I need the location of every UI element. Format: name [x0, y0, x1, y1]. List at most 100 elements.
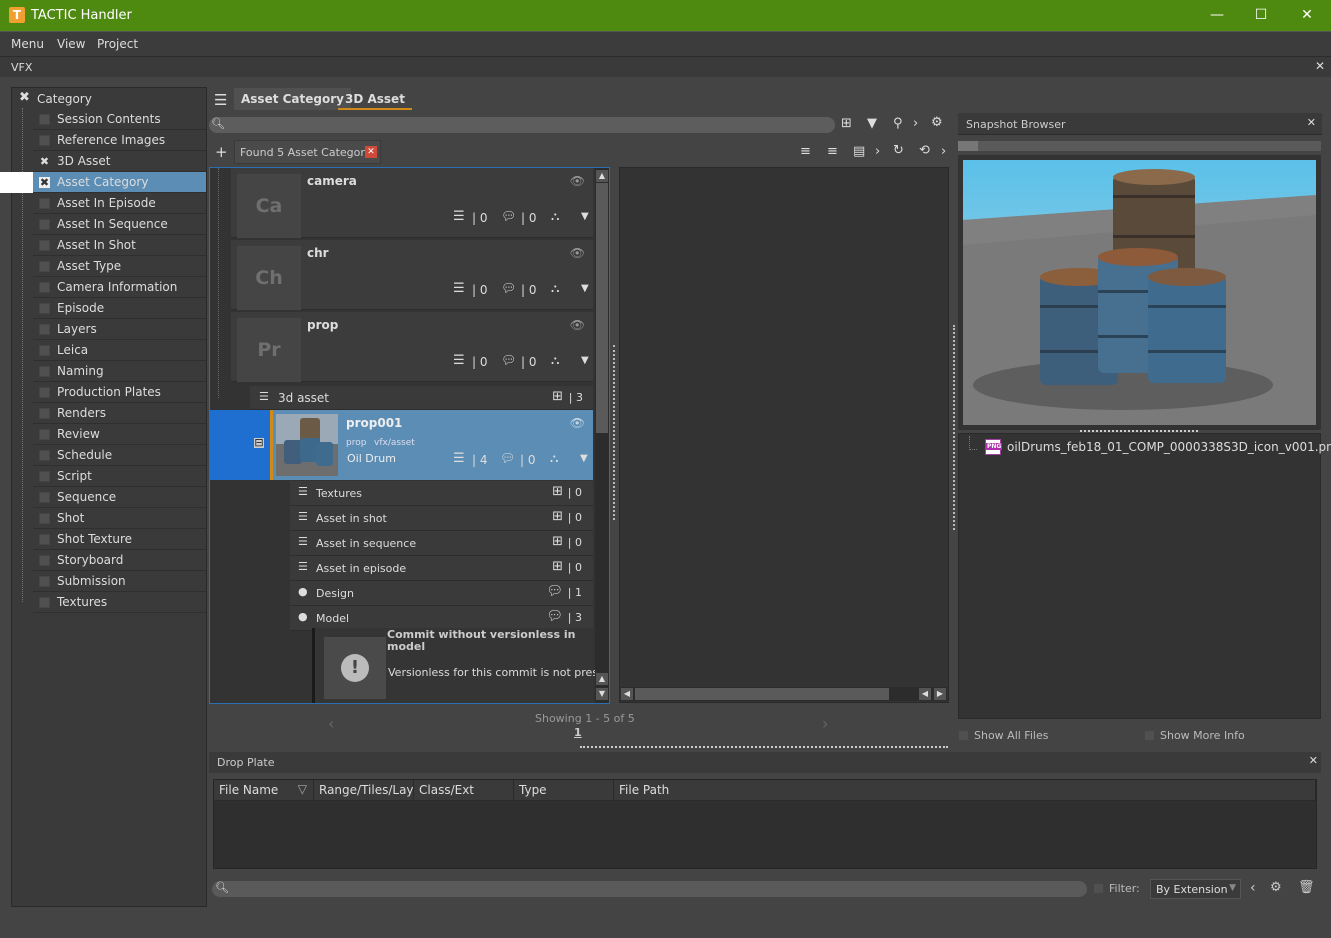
hierarchy-icon[interactable]: ⛬: [551, 353, 559, 368]
asset-item[interactable]: Ch chr 👁︎ ☰ | 0 💬︎ | 0 ⛬ ▼: [231, 240, 593, 310]
show-all-files-checkbox[interactable]: [958, 730, 969, 741]
category-item[interactable]: Asset In Shot: [12, 235, 206, 256]
checkbox[interactable]: [39, 303, 50, 314]
search-tool-icon[interactable]: ⚲: [893, 116, 903, 131]
sub-row[interactable]: ● Design 💬︎ | 1: [290, 581, 593, 606]
tasks-icon[interactable]: ☰: [453, 281, 465, 296]
scroll-up-icon[interactable]: ▲: [596, 673, 608, 685]
visibility-icon[interactable]: 👁︎: [570, 174, 585, 188]
checkbox[interactable]: [39, 261, 50, 272]
category-item[interactable]: Leica: [12, 340, 206, 361]
checkbox[interactable]: [39, 219, 50, 230]
category-item[interactable]: Renders: [12, 403, 206, 424]
sub-row[interactable]: ☰ Asset in shot ⊞ | 0: [290, 506, 593, 531]
gear-icon[interactable]: ⚙: [1270, 880, 1282, 895]
maximize-button[interactable]: ☐: [1238, 0, 1284, 31]
menu-item-project[interactable]: Project: [97, 37, 138, 51]
checkbox[interactable]: [39, 471, 50, 482]
category-item[interactable]: ✖ 3D Asset: [12, 151, 206, 172]
splitter-handle[interactable]: [953, 325, 955, 530]
splitter-handle[interactable]: [1080, 430, 1198, 432]
minimize-button[interactable]: —: [1194, 0, 1240, 31]
close-project-icon[interactable]: ✕: [1315, 59, 1325, 73]
category-header[interactable]: ✖ Category: [12, 88, 206, 109]
next-page-button[interactable]: ›: [822, 714, 828, 733]
scroll-right-icon[interactable]: ▶: [934, 688, 946, 700]
filter-icon[interactable]: ▼: [867, 116, 877, 131]
checkbox[interactable]: [39, 492, 50, 503]
visibility-icon[interactable]: 👁︎: [570, 246, 585, 260]
category-item[interactable]: Textures: [12, 592, 206, 613]
checkbox[interactable]: [39, 324, 50, 335]
asset-item[interactable]: Ca camera 👁︎ ☰ | 0 💬︎ | 0 ⛬ ▼: [231, 168, 593, 238]
tab-asset-category[interactable]: Asset Category: [234, 88, 351, 110]
chevron-right-icon[interactable]: ›: [875, 144, 880, 159]
checkbox[interactable]: [39, 450, 50, 461]
tab-3d-asset[interactable]: 3D Asset: [338, 88, 412, 110]
dropdown-arrow-icon[interactable]: ▼: [581, 283, 589, 294]
snapshot-file-name[interactable]: oilDrums_feb18_01_COMP_0000338S3D_icon_v…: [1007, 440, 1331, 454]
notes-icon[interactable]: 💬︎: [501, 209, 516, 223]
column-header-file-name[interactable]: File Name ▽: [214, 780, 314, 801]
category-item[interactable]: Production Plates: [12, 382, 206, 403]
filter-tag-close-icon[interactable]: ✕: [365, 146, 377, 158]
gear-icon[interactable]: ⚙: [931, 115, 943, 130]
checkbox[interactable]: [39, 345, 50, 356]
asset-item[interactable]: Pr prop 👁︎ ☰ | 0 💬︎ | 0 ⛬ ▼: [231, 312, 593, 382]
column-header-range[interactable]: Range/Tiles/Layers: [314, 780, 414, 801]
tasks-icon[interactable]: ☰: [453, 353, 465, 368]
checkbox[interactable]: [39, 282, 50, 293]
add-box-icon[interactable]: ⊞: [552, 559, 563, 574]
comment-icon[interactable]: 💬︎: [546, 584, 563, 599]
category-item[interactable]: Asset In Sequence: [12, 214, 206, 235]
checkbox[interactable]: [39, 597, 50, 608]
close-drop-plate-icon[interactable]: ✕: [1309, 754, 1318, 767]
category-item[interactable]: Shot: [12, 508, 206, 529]
checked-box-icon[interactable]: ✖: [39, 156, 50, 167]
checkbox[interactable]: [39, 135, 50, 146]
checkbox[interactable]: [39, 408, 50, 419]
chevron-right-icon[interactable]: ›: [913, 116, 918, 131]
tasks-icon[interactable]: ☰: [453, 451, 465, 466]
add-box-icon[interactable]: ⊞: [552, 389, 563, 404]
show-more-info-checkbox[interactable]: [1144, 730, 1155, 741]
menu-item-view[interactable]: View: [57, 37, 85, 51]
sort-icon[interactable]: ≡: [800, 144, 811, 159]
category-item[interactable]: Camera Information: [12, 277, 206, 298]
filter-dropdown[interactable]: By Extension ▼: [1150, 879, 1241, 899]
sub-row[interactable]: ☰ Asset in sequence ⊞ | 0: [290, 531, 593, 556]
dropdown-arrow-icon[interactable]: ▼: [580, 453, 588, 464]
history-icon[interactable]: ⟲: [919, 143, 930, 158]
column-header-class-ext[interactable]: Class/Ext: [414, 780, 514, 801]
page-number[interactable]: 1: [574, 726, 582, 739]
notes-icon[interactable]: 💬︎: [501, 353, 516, 367]
category-item[interactable]: Schedule: [12, 445, 206, 466]
horizontal-scrollbar[interactable]: ◀ ◀ ▶: [621, 687, 947, 701]
group-row[interactable]: ☰ 3d asset ⊞ | 3: [250, 386, 593, 410]
sub-row[interactable]: ☰ Textures ⊞ | 0: [290, 481, 593, 506]
dropdown-arrow-icon[interactable]: ▼: [581, 211, 589, 222]
scroll-left-icon[interactable]: ◀: [621, 688, 633, 700]
tasks-icon[interactable]: ☰: [453, 209, 465, 224]
column-header-file-path[interactable]: File Path: [614, 780, 1316, 801]
checkbox[interactable]: [39, 576, 50, 587]
chevron-right-icon[interactable]: ›: [941, 144, 946, 159]
notes-icon[interactable]: 💬︎: [501, 281, 516, 295]
column-header-type[interactable]: Type: [514, 780, 614, 801]
category-item[interactable]: Asset In Episode: [12, 193, 206, 214]
hierarchy-icon[interactable]: ⛬: [551, 281, 559, 296]
category-item[interactable]: Reference Images: [12, 130, 206, 151]
category-item[interactable]: Submission: [12, 571, 206, 592]
visibility-icon[interactable]: 👁︎: [570, 416, 585, 430]
sort-desc-icon[interactable]: ≡: [827, 144, 838, 159]
checkbox[interactable]: [39, 513, 50, 524]
checkbox[interactable]: [39, 429, 50, 440]
checkbox[interactable]: [39, 198, 50, 209]
checkbox[interactable]: [39, 366, 50, 377]
collapse-x-icon[interactable]: ✖: [19, 90, 30, 105]
category-item[interactable]: Sequence: [12, 487, 206, 508]
sub-row[interactable]: ☰ Asset in episode ⊞ | 0: [290, 556, 593, 581]
category-item[interactable]: Script: [12, 466, 206, 487]
add-box-icon[interactable]: ⊞: [552, 509, 563, 524]
splitter-handle[interactable]: [613, 345, 615, 520]
